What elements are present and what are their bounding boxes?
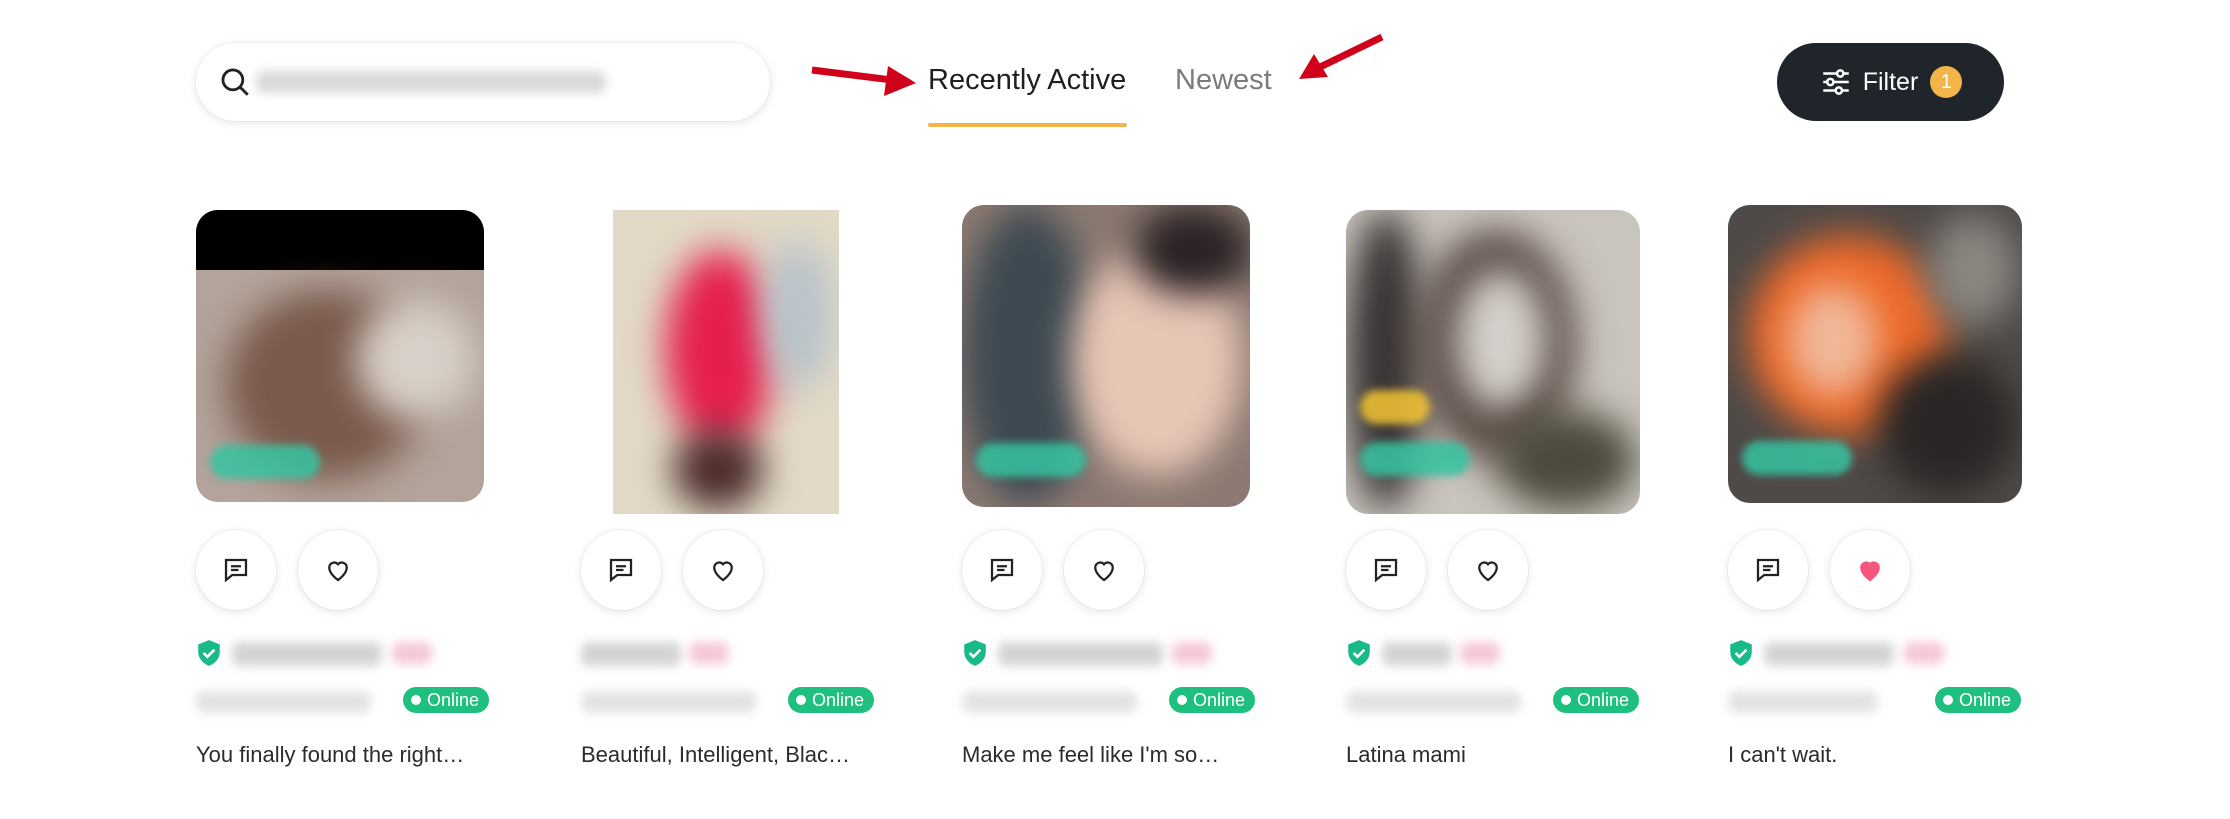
online-status-badge: Online [1553,687,1640,713]
profile-bio: Make me feel like I'm so… [962,742,1220,767]
message-icon [224,558,248,583]
profile-photo[interactable] [1728,205,2022,503]
profile-card[interactable]: Online Beautiful, Intelligent, Blac… [581,205,911,785]
profile-age-redacted [1172,642,1212,664]
online-status-badge: Online [1169,687,1256,713]
profile-age-redacted [1904,642,1944,664]
like-button[interactable] [298,530,378,610]
profile-photo[interactable] [1346,210,1640,514]
profile-photo[interactable] [962,205,1250,507]
like-button[interactable] [1064,530,1144,610]
profile-bio: You finally found the right… [196,742,465,767]
message-icon [990,558,1014,583]
tab-newest[interactable]: Newest [1175,64,1272,97]
profile-name-redacted [581,642,681,666]
like-button[interactable] [1448,530,1528,610]
profile-location-redacted [962,691,1137,713]
profile-age-redacted [392,642,432,664]
search-icon [221,68,249,96]
message-button[interactable] [581,530,661,610]
message-button[interactable] [962,530,1042,610]
profile-location-redacted [196,691,371,713]
filter-button[interactable]: Filter 1 [1777,43,2004,121]
verified-shield-icon [1730,640,1752,666]
profile-location-redacted [1346,691,1521,713]
heart-icon [1094,561,1114,582]
profile-location-redacted [581,691,756,713]
heart-icon [328,561,348,582]
profile-card[interactable]: Online Make me feel like I'm so… [962,205,1292,785]
profile-card[interactable]: Online I can't wait. [1728,205,2058,785]
profile-name-redacted [1382,642,1452,666]
profile-name-redacted [1764,642,1894,666]
message-button[interactable] [1346,530,1426,610]
message-icon [1756,558,1780,583]
filter-label: Filter [1862,67,1919,96]
message-icon [1374,558,1398,583]
profile-location-redacted [1728,691,1878,713]
profile-bio: I can't wait. [1728,742,1838,767]
message-button[interactable] [1728,530,1808,610]
like-button[interactable] [683,530,763,610]
profile-photo[interactable] [613,210,839,514]
heart-filled-icon [1860,561,1880,582]
verified-shield-icon [1348,640,1370,666]
tab-recently-active[interactable]: Recently Active [928,64,1126,97]
online-status-badge: Online [403,687,490,713]
message-icon [609,558,633,583]
online-status-badge: Online [1935,687,2022,713]
annotation-arrow-recently-active [811,66,916,96]
profile-age-redacted [689,642,729,664]
verified-shield-icon [964,640,986,666]
profile-bio: Latina mami [1346,742,1466,767]
verified-shield-icon [198,640,220,666]
online-status-badge: Online [788,687,875,713]
search-bar[interactable] [196,43,770,121]
profile-name-redacted [998,642,1163,666]
annotation-arrow-newest [1299,33,1384,79]
profile-age-redacted [1460,642,1500,664]
heart-icon [713,561,733,582]
heart-icon [1478,561,1498,582]
filter-count-badge: 1 [1930,66,1963,98]
sliders-icon [1822,69,1849,95]
profile-card[interactable]: Online You finally found the right… [196,205,526,785]
active-tab-indicator [928,123,1127,127]
profile-name-redacted [232,642,382,666]
profile-card[interactable]: Online Latina mami [1346,205,1676,785]
profile-photo[interactable] [196,210,484,502]
profile-bio: Beautiful, Intelligent, Blac… [581,742,851,767]
message-button[interactable] [196,530,276,610]
like-button[interactable] [1830,530,1910,610]
search-value-redacted [256,71,606,93]
